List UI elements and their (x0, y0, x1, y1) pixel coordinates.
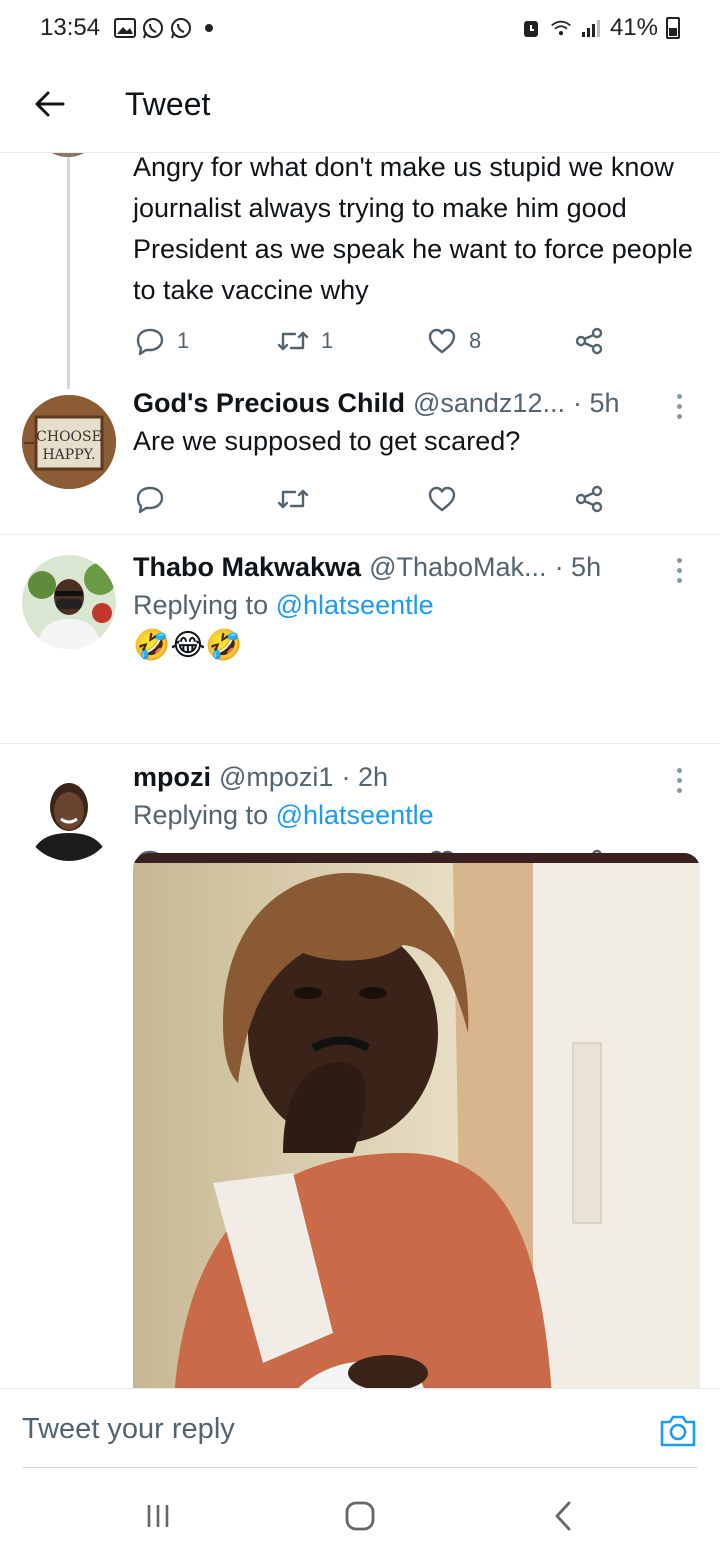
notification-icons (114, 17, 220, 39)
retweet-count: 1 (321, 328, 334, 353)
page-title: Tweet (125, 85, 211, 122)
tweet-media-image[interactable] (133, 853, 700, 1388)
status-time: 13:54 (40, 14, 101, 41)
reply-input[interactable]: Tweet your reply (22, 1413, 235, 1446)
divider (0, 743, 720, 744)
retweet-icon (277, 489, 309, 509)
share-icon (575, 485, 603, 513)
like-count: 8 (469, 328, 482, 353)
tweet-header: God's Precious Child @sandz12... · 5h (133, 385, 700, 421)
more-options-icon[interactable] (664, 391, 694, 421)
tweet-actions (135, 481, 605, 517)
alarm-icon (520, 17, 542, 39)
battery-icon (666, 17, 680, 39)
mention-link[interactable]: @hlatseentle (276, 590, 434, 620)
like-button[interactable] (427, 485, 457, 513)
battery-percent: 41% (609, 14, 658, 41)
heart-icon (428, 328, 456, 354)
reply-button[interactable]: 1 (135, 326, 189, 356)
retweet-icon (277, 331, 309, 351)
top-app-bar: Tweet (0, 56, 720, 153)
system-icons: 41% (520, 14, 680, 42)
wifi-icon (550, 17, 572, 39)
status-bar: 13:54 41% (0, 0, 720, 56)
avatar[interactable] (22, 555, 116, 649)
home-icon[interactable] (340, 1498, 380, 1534)
reply-icon (136, 328, 164, 356)
tweet-text: 🤣😂🤣 (133, 629, 243, 662)
reply-button[interactable] (135, 484, 165, 514)
svg-text:HAPPY.: HAPPY. (42, 447, 95, 463)
avatar[interactable]: CHOOSE HAPPY. (22, 395, 116, 489)
whatsapp-icon (142, 17, 164, 39)
reply-count: 1 (177, 328, 190, 353)
heart-icon (428, 486, 456, 512)
retweet-button[interactable]: 1 (277, 328, 333, 354)
image-icon (114, 17, 137, 39)
back-arrow-icon[interactable] (20, 74, 80, 134)
signal-icon (580, 17, 602, 39)
replying-to: Replying to @hlatseentle (133, 795, 700, 836)
display-name[interactable]: mpozi (133, 759, 211, 795)
more-options-icon[interactable] (664, 765, 694, 795)
retweet-button[interactable] (277, 486, 309, 512)
reply-icon (136, 486, 164, 514)
dot-icon (198, 17, 220, 39)
display-name[interactable]: Thabo Makwakwa (133, 549, 361, 585)
display-name[interactable]: God's Precious Child (133, 385, 405, 421)
tweet-header: mpozi @mpozi1 · 2h (133, 759, 700, 795)
share-icon (575, 327, 603, 355)
more-options-icon[interactable] (664, 555, 694, 585)
replying-to-label: Replying to (133, 590, 269, 620)
whatsapp-icon (170, 17, 192, 39)
svg-text:CHOOSE: CHOOSE (36, 429, 102, 445)
tweet-text: Are we supposed to get scared? (133, 426, 521, 456)
user-handle[interactable]: @mpozi1 (219, 759, 333, 795)
tweet-actions: 1 1 8 (135, 323, 605, 359)
tweet-time: · 5h (554, 552, 602, 582)
tweet-text: Angry for what don't make us stupid we k… (133, 153, 693, 305)
tweet-time: · 2h (341, 762, 388, 792)
tweet-time: · 5h (572, 388, 620, 418)
replying-to-label: Replying to (133, 800, 269, 830)
replying-to: Replying to @hlatseentle (133, 585, 700, 626)
mention-link[interactable]: @hlatseentle (276, 800, 434, 830)
tweet-header: Thabo Makwakwa @ThaboMak... · 5h (133, 549, 700, 585)
user-handle[interactable]: @sandz12... (413, 385, 565, 421)
user-handle[interactable]: @ThaboMak... (369, 549, 546, 585)
recents-icon[interactable] (138, 1498, 178, 1534)
like-button[interactable]: 8 (427, 327, 481, 355)
back-icon[interactable] (543, 1498, 583, 1534)
tweet-thread[interactable]: Angry for what don't make us stupid we k… (0, 153, 720, 1388)
avatar[interactable] (22, 767, 116, 861)
system-navigation-bar (0, 1468, 720, 1560)
thread-connector (67, 157, 70, 389)
camera-icon[interactable] (658, 1413, 698, 1449)
share-button[interactable] (575, 327, 603, 355)
divider (0, 534, 720, 535)
reply-composer: Tweet your reply (0, 1388, 720, 1468)
share-button[interactable] (575, 485, 603, 513)
